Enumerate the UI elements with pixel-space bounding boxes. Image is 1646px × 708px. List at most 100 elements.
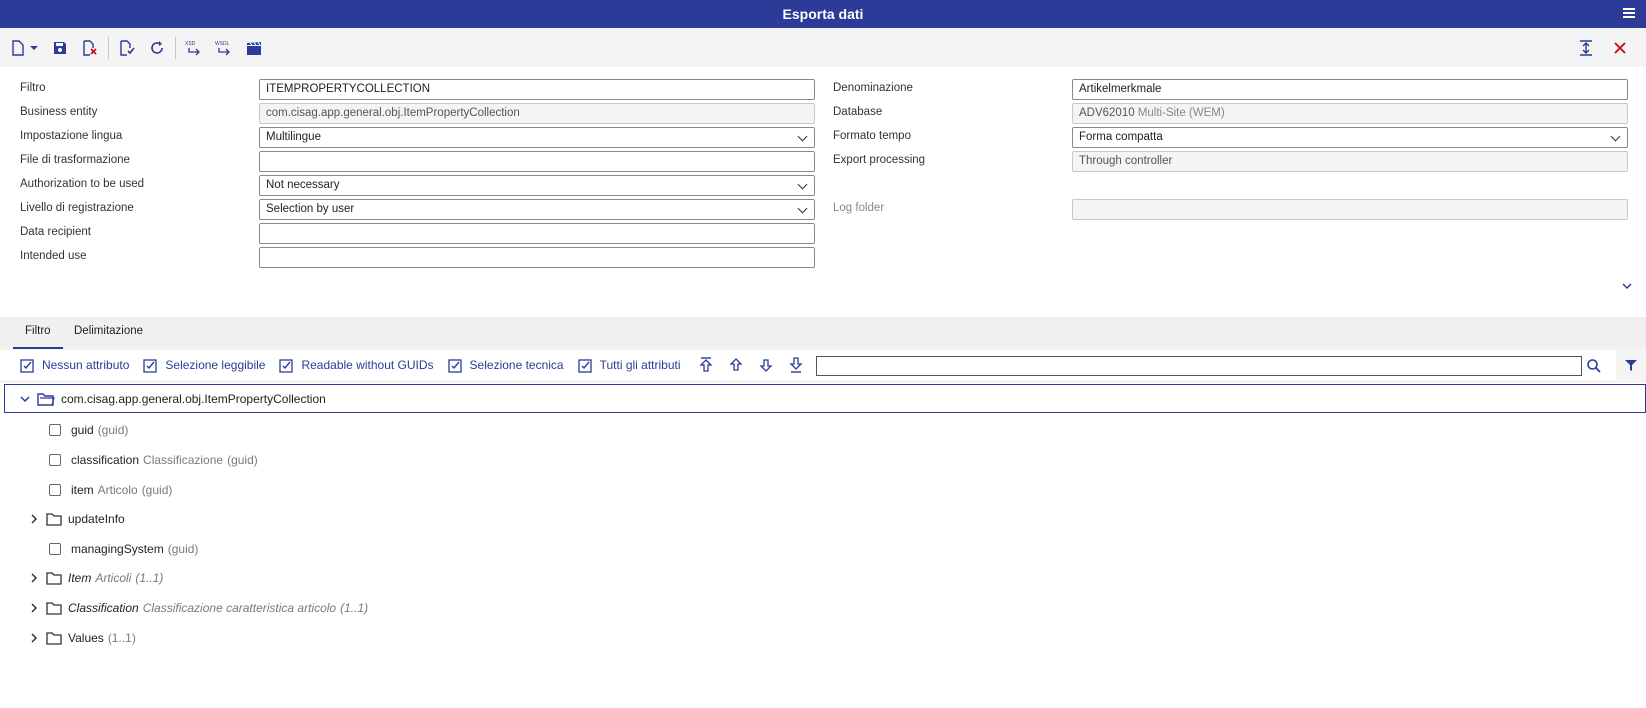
tree-row-managingsystem[interactable]: managingSystem (guid) [49, 538, 198, 560]
readable-without-guids-button[interactable]: Readable without GUIDs [279, 358, 434, 373]
checkbox-icon [447, 358, 462, 373]
log-folder-field [1072, 199, 1628, 220]
intended-use-input[interactable] [259, 247, 815, 268]
label-data-recipient: Data recipient [20, 226, 91, 238]
validate-button[interactable] [115, 36, 139, 60]
attribute-name: Values [68, 631, 104, 645]
business-entity-field: com.cisag.app.general.obj.ItemPropertyCo… [259, 103, 815, 124]
fit-height-button[interactable] [1574, 36, 1598, 60]
move-to-top-button[interactable] [695, 354, 717, 376]
attribute-tree: com.cisag.app.general.obj.ItemPropertyCo… [0, 383, 1646, 708]
nessun-attributo-button[interactable]: Nessun attributo [20, 358, 129, 373]
tree-row-item-relation[interactable]: Item Articoli (1..1) [26, 567, 163, 589]
tree-row-guid[interactable]: guid (guid) [49, 419, 128, 441]
save-icon [54, 42, 66, 54]
livello-registrazione-select[interactable]: Selection by user [259, 199, 815, 220]
search-icon[interactable] [1586, 358, 1602, 374]
relation-cardinality: (1..1) [135, 571, 164, 585]
file-trasformazione-input[interactable] [259, 151, 815, 172]
database-field: ADV62010 Multi-Site (WEM) [1072, 103, 1628, 124]
move-down-button[interactable] [755, 354, 777, 376]
arrow-down-icon [758, 359, 773, 372]
chevron-right-icon[interactable] [26, 570, 42, 586]
checkbox-icon [20, 358, 34, 373]
save-button[interactable] [48, 36, 72, 60]
close-button[interactable] [1608, 36, 1632, 60]
attribute-type: (guid) [97, 423, 129, 437]
export-xsd-button[interactable]: XSD [182, 36, 206, 60]
label-business-entity: Business entity [20, 106, 98, 118]
attribute-type: (guid) [141, 483, 173, 497]
relation-name: Classification [68, 601, 139, 615]
label-authorization: Authorization to be used [20, 178, 145, 190]
refresh-button[interactable] [145, 36, 169, 60]
selezione-leggibile-button[interactable]: Selezione leggibile [143, 358, 265, 373]
move-up-button[interactable] [725, 354, 747, 376]
relation-name: Item [68, 571, 92, 585]
selezione-tecnica-label: Selezione tecnica [469, 358, 564, 372]
tab-filtro[interactable]: Filtro [13, 325, 62, 349]
attribute-search-input[interactable] [816, 356, 1582, 376]
move-to-bottom-button[interactable] [785, 354, 807, 376]
chevron-right-icon[interactable] [26, 630, 42, 646]
checkbox[interactable] [49, 484, 61, 496]
formato-tempo-select[interactable]: Forma compatta [1072, 127, 1628, 148]
run-export-button[interactable] [242, 36, 266, 60]
arrow-up-icon [728, 358, 743, 371]
filtro-input[interactable]: ITEMPROPERTYCOLLECTION [259, 79, 815, 100]
denominazione-input[interactable]: Artikelmerkmale [1072, 79, 1628, 100]
new-document-button[interactable] [8, 36, 42, 60]
label-log-folder: Log folder [833, 202, 885, 214]
tutti-gli-attributi-label: Tutti gli attributi [599, 358, 681, 372]
refresh-icon [151, 41, 163, 54]
attribute-name: managingSystem [71, 542, 164, 556]
checkbox[interactable] [49, 424, 61, 436]
tree-row-values[interactable]: Values (1..1) [26, 627, 136, 649]
authorization-select[interactable]: Not necessary [259, 175, 815, 196]
tutti-gli-attributi-button[interactable]: Tutti gli attributi [577, 358, 681, 373]
svg-text:WSDL: WSDL [215, 41, 230, 47]
move-top-icon [698, 357, 713, 372]
hamburger-menu-icon[interactable] [1622, 6, 1636, 20]
checkbox[interactable] [49, 454, 61, 466]
attribute-description: Classificazione [143, 453, 224, 467]
tree-row-classification[interactable]: classification Classificazione (guid) [49, 449, 258, 471]
xsd-export-icon: XSD [185, 41, 200, 56]
export-wsdl-button[interactable]: WSDL [212, 36, 236, 60]
main-toolbar: XSD WSDL [0, 29, 1646, 67]
tree-row-classification-relation[interactable]: Classification Classificazione caratteri… [26, 597, 368, 619]
filter-toggle-button[interactable] [1616, 349, 1646, 380]
database-code: ADV62010 [1079, 107, 1135, 119]
svg-text:XSD: XSD [185, 41, 196, 47]
impostazione-lingua-select[interactable]: Multilingue [259, 127, 815, 148]
tab-bar: Filtro Delimitazione [0, 317, 1646, 349]
chevron-down-icon[interactable] [1620, 279, 1634, 293]
tree-row-item[interactable]: item Articolo (guid) [49, 479, 172, 501]
label-denominazione: Denominazione [833, 82, 913, 94]
chevron-down-icon[interactable] [17, 391, 33, 407]
chevron-right-icon[interactable] [26, 600, 42, 616]
checkbox[interactable] [49, 543, 61, 555]
wsdl-export-icon: WSDL [215, 41, 230, 56]
selezione-tecnica-button[interactable]: Selezione tecnica [447, 358, 564, 373]
toolbar-separator [175, 37, 176, 59]
data-recipient-input[interactable] [259, 223, 815, 244]
attribute-name: classification [71, 453, 140, 467]
label-impostazione-lingua: Impostazione lingua [20, 130, 123, 142]
tab-delimitazione[interactable]: Delimitazione [74, 325, 143, 337]
export-processing-field: Through controller [1072, 151, 1628, 172]
folder-icon [46, 631, 62, 645]
chevron-right-icon[interactable] [26, 511, 42, 527]
relation-cardinality: (1..1) [107, 631, 136, 645]
selezione-leggibile-label: Selezione leggibile [165, 358, 266, 372]
toolbar-separator [108, 37, 109, 59]
checkbox-icon [577, 358, 592, 373]
relation-cardinality: (1..1) [340, 601, 369, 615]
attribute-name: guid [71, 423, 94, 437]
tree-row-updateinfo[interactable]: updateInfo [26, 508, 125, 530]
tree-root-node[interactable]: com.cisag.app.general.obj.ItemPropertyCo… [4, 384, 1646, 413]
tree-root-label: com.cisag.app.general.obj.ItemPropertyCo… [61, 391, 326, 406]
attribute-type: (guid) [227, 453, 258, 467]
delete-button[interactable] [78, 36, 102, 60]
label-database: Database [833, 106, 883, 118]
